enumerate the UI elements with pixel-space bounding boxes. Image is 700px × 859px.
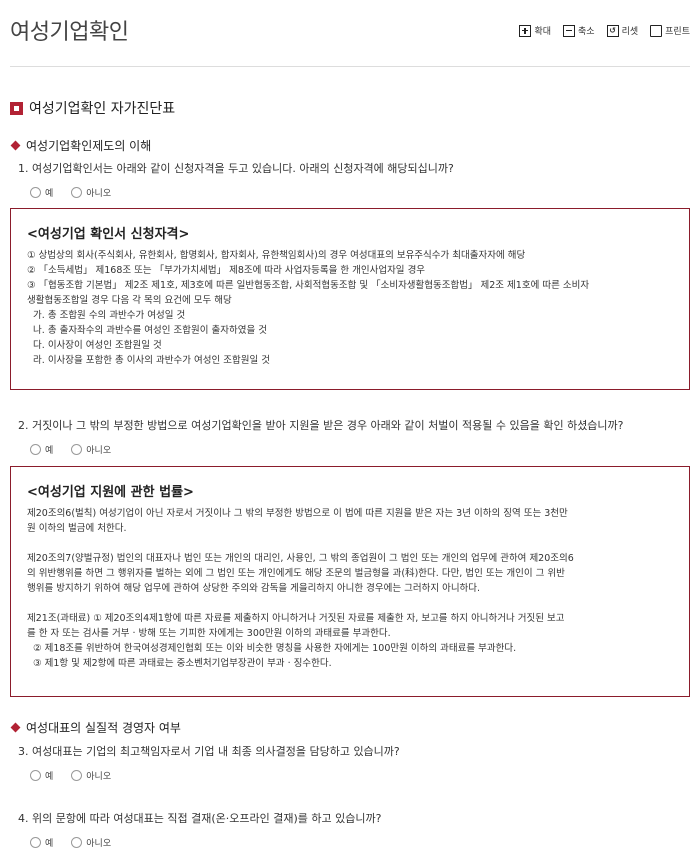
radio-circle-icon (71, 837, 83, 848)
eligibility-line: ① 상법상의 회사(주식회사, 유한회사, 합명회사, 합자회사, 유한책임회사… (27, 250, 526, 261)
law-line: 제21조(과태료) ① 제20조의4제1항에 따른 자료를 제출하지 아니하거나… (27, 613, 565, 624)
reset-button[interactable]: ↺ 리셋 (606, 24, 639, 37)
law-title: <여성기업 지원에 관한 법률> (27, 485, 194, 500)
radio-label: 예 (45, 772, 54, 782)
q4-yes-radio[interactable]: 예 (30, 836, 53, 849)
eligibility-line: 가. 총 조합원 수의 과반수가 여성일 것 (27, 310, 186, 321)
law-line: 행위를 방지하기 위하여 해당 업무에 관하여 상당한 주의와 감독을 게을리하… (27, 583, 481, 594)
q2-yes-radio[interactable]: 예 (30, 443, 53, 456)
law-line: ③ 제1항 및 제2항에 따른 과태료는 중소벤처기업부장관이 부과 · 징수한… (27, 658, 332, 669)
eligibility-title: <여성기업 확인서 신청자격> (27, 227, 190, 242)
q3-no-radio[interactable]: 아니오 (71, 769, 111, 782)
question-2-options: 예 아니오 (30, 443, 111, 456)
question-3-options: 예 아니오 (30, 769, 111, 782)
law-box: <여성기업 지원에 관한 법률> 제20조의6(벌칙) 여성기업이 아닌 자로서… (10, 466, 690, 697)
radio-label: 아니오 (86, 446, 112, 456)
section-title: 여성기업확인 자가진단표 (10, 98, 175, 118)
question-1: 1. 여성기업확인서는 아래와 같이 신청자격을 두고 있습니다. 아래의 신청… (18, 162, 454, 175)
page-title: 여성기업확인 (10, 20, 129, 45)
question-4-options: 예 아니오 (30, 836, 111, 849)
radio-label: 아니오 (86, 839, 112, 849)
zoom-out-button[interactable]: 축소 (563, 24, 595, 37)
radio-circle-icon (30, 837, 41, 848)
question-4: 4. 위의 문항에 따라 여성대표는 직접 결재(온·오프라인 결재)를 하고 … (18, 812, 382, 825)
radio-label: 예 (45, 446, 54, 456)
print-button[interactable]: 프린트 (650, 24, 690, 37)
question-2: 2. 거짓이나 그 밖의 부정한 방법으로 여성기업확인을 받아 지원을 받은 … (18, 419, 624, 432)
q1-no-radio[interactable]: 아니오 (71, 186, 111, 199)
eligibility-line: 나. 총 출자좌수의 과반수를 여성인 조합원이 출자하였을 것 (27, 325, 267, 336)
diamond-icon (10, 722, 21, 733)
radio-circle-icon (30, 187, 41, 198)
radio-circle-icon (71, 770, 83, 781)
group-title-management: 여성대표의 실질적 경영자 여부 (10, 719, 181, 736)
minus-icon (563, 24, 576, 37)
section-title-text: 여성기업확인 자가진단표 (29, 101, 176, 117)
reset-label: 리셋 (621, 27, 639, 37)
question-3: 3. 여성대표는 기업의 최고책임자로서 기업 내 최종 의사결정을 담당하고 … (18, 745, 400, 758)
eligibility-line: ③ 「협동조합 기본법」 제2조 제1호, 제3호에 따른 일반협동조합, 사회… (27, 280, 590, 291)
print-label: 프린트 (665, 27, 690, 37)
plus-icon (519, 24, 532, 37)
eligibility-box: <여성기업 확인서 신청자격> ① 상법상의 회사(주식회사, 유한회사, 합명… (10, 208, 690, 390)
eligibility-line: ② 「소득세법」 제168조 또는 「부가가치세법」 제8조에 따라 사업자등록… (27, 265, 426, 276)
section-marker-icon (10, 101, 23, 115)
law-line: 원 이하의 벌금에 처한다. (27, 523, 127, 534)
eligibility-line: 다. 이사장이 여성인 조합원일 것 (27, 340, 162, 351)
law-line: 제20조의6(벌칙) 여성기업이 아닌 자로서 거짓이나 그 밖의 부정한 방법… (27, 508, 568, 519)
toolbar: 확대 축소 ↺ 리셋 프린트 (519, 24, 690, 37)
group-title-text: 여성기업확인제도의 이해 (26, 139, 152, 153)
law-line: 를 한 자 또는 검사를 거부 · 방해 또는 기피한 자에게는 300만원 이… (27, 628, 391, 639)
eligibility-line: 라. 이사장을 포함한 총 이사의 과반수가 여성인 조합원일 것 (27, 355, 270, 366)
radio-circle-icon (71, 187, 83, 198)
law-line: ② 제18조를 위반하여 한국여성경제인협회 또는 이와 비슷한 명칭을 사용한… (27, 643, 517, 654)
q4-no-radio[interactable]: 아니오 (71, 836, 111, 849)
radio-label: 아니오 (86, 772, 112, 782)
radio-label: 아니오 (86, 189, 112, 199)
radio-circle-icon (71, 444, 83, 455)
diamond-icon (10, 140, 21, 151)
reset-icon: ↺ (606, 24, 619, 37)
radio-label: 예 (45, 189, 54, 199)
q1-yes-radio[interactable]: 예 (30, 186, 53, 199)
zoom-in-button[interactable]: 확대 (519, 24, 551, 37)
q2-no-radio[interactable]: 아니오 (71, 443, 111, 456)
eligibility-line: 생활협동조합일 경우 다음 각 목의 요건에 모두 해당 (27, 295, 232, 306)
printer-icon (650, 24, 663, 37)
zoom-in-label: 확대 (534, 27, 552, 37)
q3-yes-radio[interactable]: 예 (30, 769, 53, 782)
question-1-options: 예 아니오 (30, 186, 111, 199)
radio-circle-icon (30, 444, 41, 455)
radio-circle-icon (30, 770, 41, 781)
group-title-text: 여성대표의 실질적 경영자 여부 (26, 721, 181, 735)
law-line: 제20조의7(양벌규정) 법인의 대표자나 법인 또는 개인의 대리인, 사용인… (27, 553, 574, 564)
header-divider (10, 66, 690, 67)
law-line: 의 위반행위를 하면 그 행위자를 벌하는 외에 그 법인 또는 개인에게도 해… (27, 568, 565, 579)
radio-label: 예 (45, 839, 54, 849)
zoom-out-label: 축소 (578, 27, 595, 37)
group-title-understanding: 여성기업확인제도의 이해 (10, 137, 151, 154)
